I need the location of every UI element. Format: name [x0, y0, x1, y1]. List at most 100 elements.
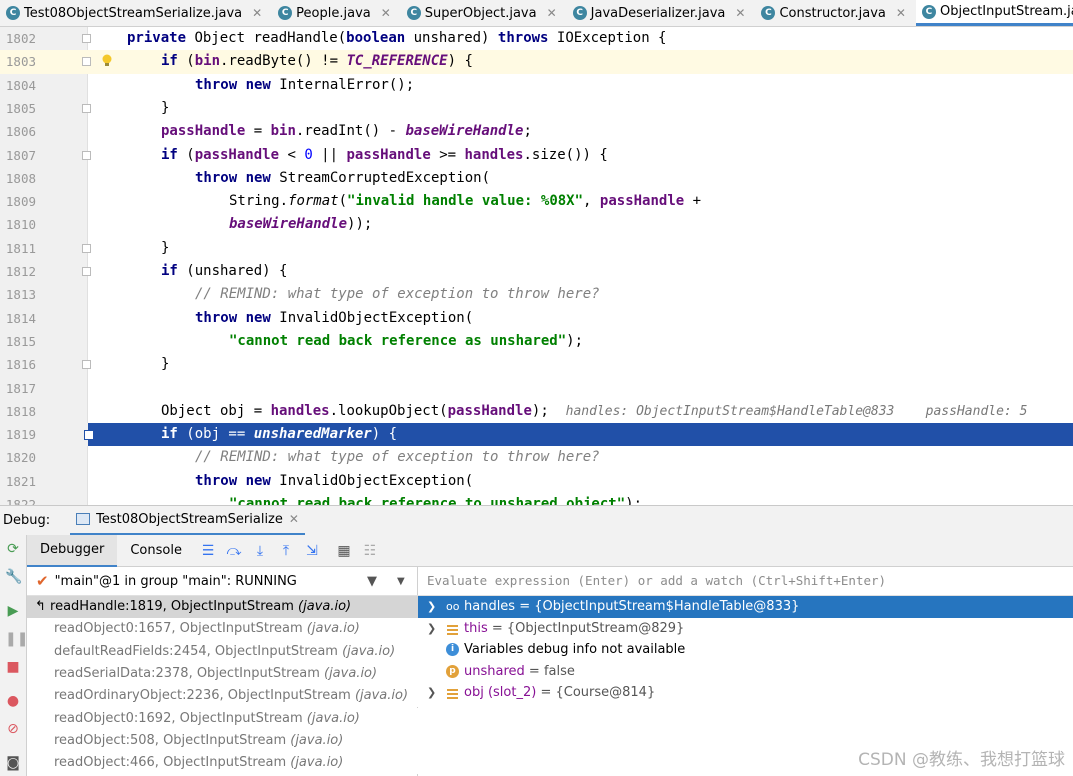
code-line[interactable]: 1809 String.format("invalid handle value:…	[0, 190, 1073, 213]
step-into-icon[interactable]: ⤓	[249, 540, 271, 562]
resume-icon[interactable]: ▶	[5, 603, 21, 619]
variable-row[interactable]: ❯ this = {ObjectInputStream@829}	[418, 618, 1073, 640]
code-text: }	[161, 356, 170, 373]
run-to-cursor-icon[interactable]: ⇲	[301, 540, 323, 562]
stack-frame[interactable]: readSerialData:2378, ObjectInputStream (…	[27, 662, 418, 686]
code-line[interactable]: 1803 if (bin.readByte() != TC_REFERENCE) …	[0, 50, 1073, 74]
variable-value: = false	[528, 663, 575, 679]
evaluate-expression-input[interactable]: Evaluate expression (Enter) or add a wat…	[418, 567, 1073, 596]
code-line[interactable]: 1807 if (passHandle < 0 || passHandle >= …	[0, 144, 1073, 167]
line-number: 1809	[5, 194, 36, 210]
close-icon[interactable]: ✕	[896, 6, 906, 20]
line-number: 1821	[5, 473, 36, 489]
code-line[interactable]: 1816}	[0, 353, 1073, 376]
evaluate-icon[interactable]: ▦	[333, 540, 355, 562]
line-number: 1804	[5, 77, 36, 93]
step-over-icon[interactable]: ⤼	[223, 540, 245, 562]
code-text: }	[161, 239, 170, 256]
line-number: 1803	[5, 54, 36, 70]
close-icon[interactable]: ✕	[735, 6, 745, 20]
close-icon[interactable]: ✕	[252, 6, 262, 20]
chevron-right-icon[interactable]: ❯	[427, 596, 436, 618]
filter-icon[interactable]: ▼	[367, 574, 377, 589]
code-line[interactable]: 1808 throw new StreamCorruptedException(	[0, 167, 1073, 190]
fold-marker-icon[interactable]	[82, 243, 91, 253]
code-line[interactable]: 1802 private Object readHandle(boolean un…	[0, 27, 1073, 50]
stack-frame[interactable]: readObject0:1657, ObjectInputStream (jav…	[27, 618, 418, 641]
tab-file-3[interactable]: C JavaDeserializer.java ✕	[567, 0, 756, 26]
code-line[interactable]: 1817	[0, 377, 1073, 400]
class-icon: C	[278, 6, 293, 20]
variable-row[interactable]: i Variables debug info not available	[418, 639, 1073, 661]
code-line[interactable]: 1810 baseWireHandle));	[0, 213, 1073, 236]
editor-tabs: C Test08ObjectStreamSerialize.java ✕ C Peopl…	[0, 0, 1073, 27]
stop-icon[interactable]: ■	[5, 659, 21, 675]
close-icon[interactable]: ✕	[381, 6, 391, 20]
pause-icon[interactable]: ❚❚	[5, 631, 28, 647]
thread-selector[interactable]: ✔ "main"@1 in group "main": RUNNING ▼ ▼	[27, 567, 418, 596]
trace-icon[interactable]: ☷	[359, 540, 381, 562]
fold-marker-icon[interactable]	[82, 103, 91, 113]
tab-file-5[interactable]: CObjectInputStream.java✕	[915, 0, 1073, 26]
frame-method: readHandle:1819, ObjectInputStream	[50, 599, 299, 614]
info-icon: i	[446, 643, 459, 656]
chevron-right-icon[interactable]: ❯	[427, 682, 436, 704]
code-line[interactable]: 1820 // REMIND: what type of exception to…	[0, 446, 1073, 469]
code-line[interactable]: 1821 throw new InvalidObjectException(	[0, 470, 1073, 493]
code-line[interactable]: 1812 if (unshared) {	[0, 260, 1073, 283]
tab-file-1[interactable]: C People.java ✕	[272, 0, 401, 26]
view-breakpoints-icon[interactable]: ●	[5, 693, 21, 709]
tab-file-0[interactable]: C Test08ObjectStreamSerialize.java ✕	[0, 0, 272, 26]
variable-row[interactable]: ❯ obj (slot_2) = {Course@814}	[418, 682, 1073, 704]
code-text: }	[161, 99, 170, 116]
stack-frame[interactable]: readObject:466, ObjectInputStream (java.…	[27, 752, 418, 775]
stack-frame[interactable]: defaultReadFields:2454, ObjectInputStrea…	[27, 640, 418, 663]
menu-icon[interactable]: ☰	[197, 540, 219, 562]
variable-row[interactable]: p unshared = false	[418, 661, 1073, 683]
close-icon[interactable]: ✕	[289, 512, 299, 526]
rerun-icon[interactable]: ⟳	[5, 541, 21, 557]
code-line[interactable]: 1819 if (obj == unsharedMarker) {	[0, 423, 1073, 447]
code-editor[interactable]: 1802 private Object readHandle(boolean un…	[0, 27, 1073, 505]
fold-marker-icon[interactable]	[82, 34, 91, 43]
code-line[interactable]: 1822 "cannot read back reference to unsha…	[0, 493, 1073, 505]
code-line[interactable]: 1813 // REMIND: what type of exception to…	[0, 283, 1073, 306]
code-text: "cannot read back reference as unshared"…	[229, 332, 584, 349]
tab-debugger[interactable]: Debugger	[27, 534, 118, 567]
code-line[interactable]: 1815 "cannot read back reference as unsha…	[0, 330, 1073, 353]
code-line[interactable]: 1804 throw new InternalError();	[0, 74, 1073, 97]
code-line[interactable]: 1806 passHandle = bin.readInt() - baseWir…	[0, 120, 1073, 143]
tab-file-4[interactable]: C Constructor.java ✕	[755, 0, 916, 26]
line-number: 1820	[5, 450, 36, 466]
frame-method: readSerialData:2378, ObjectInputStream	[54, 665, 324, 681]
code-line[interactable]: 1818 Object obj = handles.lookupObject(pa…	[0, 400, 1073, 423]
debug-session-tab[interactable]: Test08ObjectStreamSerialize ✕	[70, 506, 305, 536]
stack-frame[interactable]: readOrdinaryObject:2236, ObjectInputStre…	[27, 685, 418, 708]
debug-label: Debug:	[3, 513, 51, 528]
code-line[interactable]: 1814 throw new InvalidObjectException(	[0, 307, 1073, 330]
variable-row[interactable]: ❯ oo handles = {ObjectInputStream$HandleTa…	[418, 596, 1073, 618]
chevron-right-icon[interactable]: ❯	[427, 618, 436, 640]
tab-console[interactable]: Console	[117, 535, 195, 567]
fold-marker-icon[interactable]	[82, 150, 91, 160]
stack-frame[interactable]: readObject0:1692, ObjectInputStream (jav…	[27, 707, 418, 730]
variable-name: this	[464, 620, 488, 636]
tab-file-2[interactable]: C SuperObject.java ✕	[401, 0, 567, 26]
wrench-icon[interactable]: 🔧	[5, 569, 22, 585]
stack-frame[interactable]: readObject:508, ObjectInputStream (java.…	[27, 729, 418, 753]
close-icon[interactable]: ✕	[547, 6, 557, 20]
camera-icon[interactable]: ◙	[5, 755, 21, 771]
chevron-down-icon[interactable]: ▼	[397, 576, 405, 587]
code-line[interactable]: 1805}	[0, 97, 1073, 120]
stack-frame[interactable]: ↰ readHandle:1819, ObjectInputStream (ja…	[27, 596, 418, 619]
fold-marker-icon[interactable]	[82, 57, 91, 67]
fold-marker-icon[interactable]	[82, 360, 91, 370]
lightbulb-icon[interactable]	[101, 53, 113, 67]
code-line[interactable]: 1811}	[0, 237, 1073, 260]
mute-breakpoints-icon[interactable]: ⊘	[5, 721, 21, 737]
fold-marker-icon[interactable]	[82, 267, 91, 276]
step-out-icon[interactable]: ⤒	[275, 540, 297, 562]
run-config-icon	[76, 513, 91, 525]
debug-session-label: Test08ObjectStreamSerialize	[96, 511, 283, 527]
frame-package: (java.io)	[342, 643, 396, 659]
